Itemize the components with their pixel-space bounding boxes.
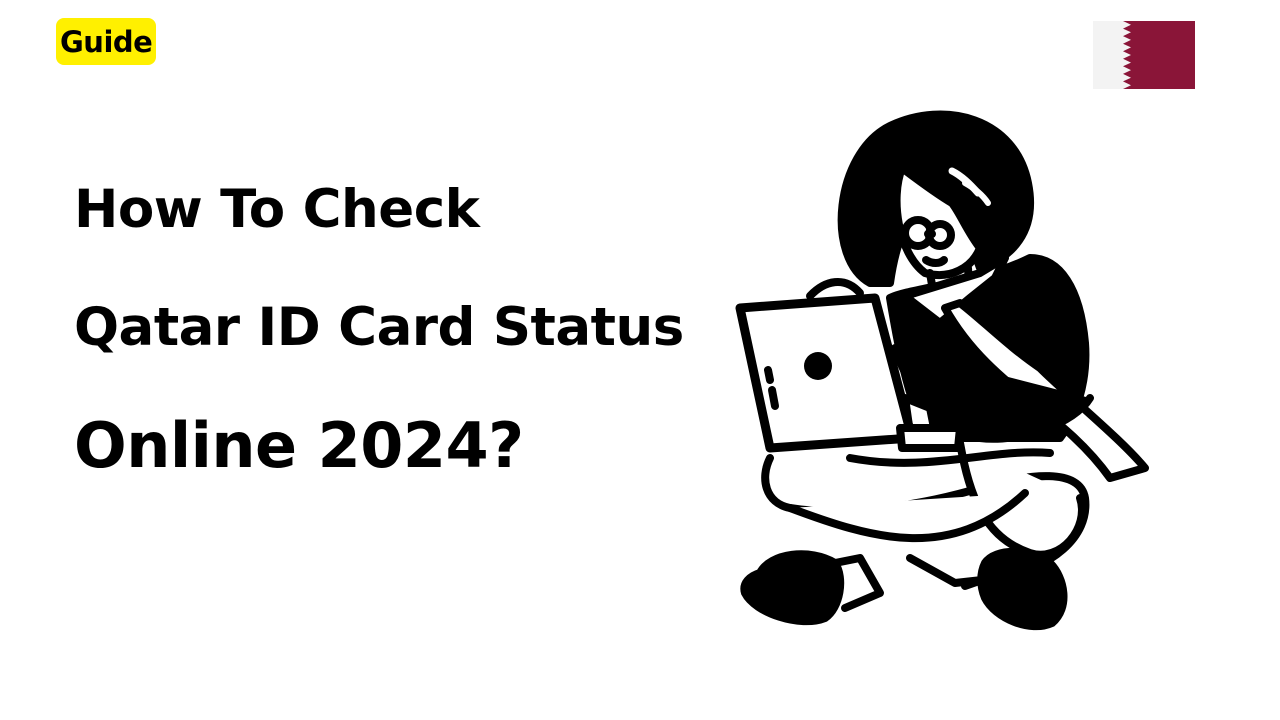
headline-line-3: Online 2024? — [74, 409, 524, 482]
guide-badge: Guide — [56, 18, 157, 65]
person-with-laptop-icon — [735, 110, 1149, 631]
guide-badge-label: Guide — [60, 24, 153, 59]
headline-line-2: Qatar ID Card Status — [74, 297, 684, 358]
headline: How To Check Qatar ID Card Status Online… — [74, 168, 684, 488]
headline-line-1: How To Check — [74, 179, 480, 240]
qatar-flag-icon — [1093, 21, 1195, 89]
